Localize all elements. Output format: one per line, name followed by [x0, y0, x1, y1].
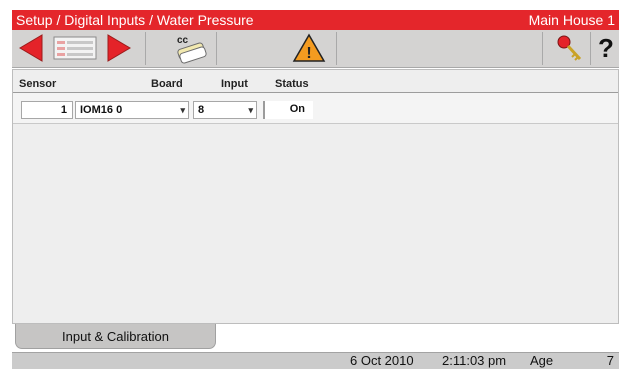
tab-input-calibration[interactable]: Input & Calibration — [15, 324, 216, 349]
status-value: On — [263, 101, 313, 119]
column-header-board: Board — [151, 78, 183, 90]
list-view-button[interactable] — [52, 32, 98, 64]
toolbar-separator — [145, 32, 146, 65]
breadcrumb: Setup / Digital Inputs / Water Pressure — [16, 12, 254, 28]
list-view-icon — [53, 36, 97, 60]
cc-label: cc — [177, 35, 189, 46]
cc-copy-icon: cc — [177, 35, 207, 64]
status-date: 6 Oct 2010 — [350, 353, 414, 368]
status-age-value: 7 — [606, 353, 614, 368]
toolbar: cc ! ? — [12, 30, 619, 68]
svg-text:!: ! — [306, 45, 311, 62]
sensor-table: Sensor Board Input Status 1 IOM16 0 ▾ 8 … — [12, 69, 619, 324]
login-button[interactable] — [552, 32, 586, 64]
copy-button[interactable]: cc — [172, 32, 210, 64]
back-button[interactable] — [16, 32, 46, 64]
chevron-down-icon: ▾ — [248, 105, 253, 115]
toolbar-separator — [542, 32, 543, 65]
sensor-number-field[interactable]: 1 — [21, 101, 73, 119]
input-select[interactable]: 8 ▾ — [193, 101, 257, 119]
status-time: 2:11:03 pm — [442, 353, 507, 368]
toolbar-separator — [336, 32, 337, 65]
column-header-input: Input — [221, 78, 248, 90]
forward-arrow-icon — [107, 34, 131, 62]
back-arrow-icon — [19, 34, 43, 62]
status-age-label: Age — [530, 353, 554, 368]
input-value: 8 — [198, 104, 205, 116]
toolbar-separator — [590, 32, 591, 65]
chevron-down-icon: ▾ — [180, 105, 185, 115]
column-header-sensor: Sensor — [19, 78, 57, 90]
title-bar: Setup / Digital Inputs / Water Pressure … — [12, 10, 619, 30]
column-header-status: Status — [275, 78, 309, 90]
board-select[interactable]: IOM16 0 ▾ — [75, 101, 189, 119]
forward-button[interactable] — [104, 32, 134, 64]
alarm-button[interactable]: ! — [292, 32, 326, 64]
status-bar: 6 Oct 2010 2:11:03 pm Age 7 — [12, 352, 619, 369]
warning-icon: ! — [292, 33, 326, 62]
keys-icon — [557, 35, 582, 61]
help-icon: ? — [598, 33, 614, 63]
toolbar-separator — [216, 32, 217, 65]
help-button[interactable]: ? — [594, 32, 618, 64]
location-label: Main House 1 — [528, 12, 615, 28]
board-value: IOM16 0 — [80, 104, 123, 116]
